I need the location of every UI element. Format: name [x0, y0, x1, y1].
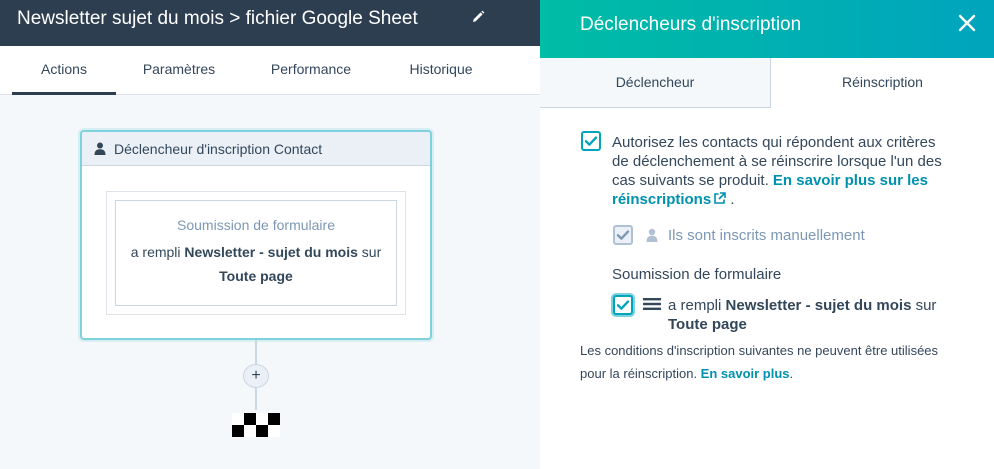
- tab-reinscription[interactable]: Réinscription: [771, 58, 994, 108]
- form-submission-checkbox[interactable]: [613, 295, 633, 315]
- enrollment-triggers-panel: Déclencheurs d'inscription Déclencheur R…: [540, 0, 994, 469]
- workflow-tabs: Actions Paramètres Performance Historiqu…: [0, 46, 540, 95]
- pencil-icon[interactable]: [470, 9, 486, 25]
- reenrollment-note: Les conditions d'inscription suivantes n…: [580, 343, 939, 381]
- reenrollment-description: Autorisez les contacts qui répondent aux…: [612, 134, 942, 208]
- enrollment-trigger-card[interactable]: Déclencheur d'inscription Contact Soumis…: [80, 130, 432, 340]
- tab-declencheur[interactable]: Déclencheur: [540, 58, 771, 108]
- tab-historique[interactable]: Historique: [391, 46, 491, 95]
- allow-reenrollment-checkbox[interactable]: [581, 131, 601, 151]
- connector-line: [255, 388, 257, 410]
- manual-enrollment-checkbox: [613, 225, 633, 245]
- workflow-title[interactable]: Newsletter sujet du mois > fichier Googl…: [17, 8, 418, 30]
- contact-icon: [94, 142, 106, 155]
- form-criterion-page: Toute page: [668, 316, 747, 333]
- form-criterion-description: a rempli Newsletter - sujet du mois sur: [668, 297, 937, 314]
- filter-description: a rempli Newsletter - sujet du mois sur: [130, 244, 382, 260]
- panel-header: Déclencheurs d'inscription: [540, 0, 994, 58]
- workflow-topbar: Newsletter sujet du mois > fichier Googl…: [0, 0, 540, 46]
- tab-parametres[interactable]: Paramètres: [129, 46, 229, 95]
- finish-flag-icon: [232, 413, 280, 437]
- panel-title: Déclencheurs d'inscription: [580, 14, 802, 35]
- tab-actions[interactable]: Actions: [12, 46, 116, 95]
- filter-criterion[interactable]: Soumission de formulaire a rempli Newsle…: [115, 200, 397, 306]
- filter-type: Soumission de formulaire: [177, 217, 335, 233]
- filter-form-name: Newsletter - sujet du mois: [184, 244, 358, 260]
- add-action-button[interactable]: +: [243, 364, 269, 388]
- connector-line: [255, 340, 257, 364]
- close-icon[interactable]: [956, 12, 978, 34]
- external-link-icon[interactable]: [713, 191, 727, 204]
- filter-page: Toute page: [219, 268, 293, 284]
- trigger-card-header: Déclencheur d'inscription Contact: [82, 132, 430, 166]
- contact-icon: [646, 228, 658, 242]
- note-learn-more-link[interactable]: En savoir plus: [701, 366, 790, 381]
- manual-enrollment-label: Ils sont inscrits manuellement: [668, 227, 865, 244]
- form-criterion-form-name: Newsletter - sujet du mois: [725, 297, 912, 314]
- trigger-card-title: Déclencheur d'inscription Contact: [114, 140, 323, 157]
- filter-group: Soumission de formulaire a rempli Newsle…: [106, 191, 406, 315]
- tab-performance[interactable]: Performance: [261, 46, 361, 95]
- form-submission-heading: Soumission de formulaire: [612, 266, 782, 283]
- form-icon: [643, 297, 661, 311]
